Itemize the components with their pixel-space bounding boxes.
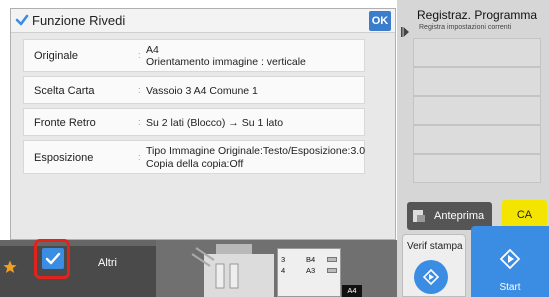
printer-illustration <box>191 244 274 297</box>
right-panel: Registraz. Programma Registra impostazio… <box>397 0 549 297</box>
program-slot[interactable] <box>413 67 541 96</box>
row-value-line: A4 <box>146 44 159 56</box>
dialog-scrollbar[interactable] <box>373 37 389 233</box>
row-separator: : <box>138 117 141 127</box>
program-register-subtitle: Registra impostazioni correnti <box>419 24 512 31</box>
preview-icon <box>413 210 425 222</box>
row-value-line: Copia della copia:Off <box>146 158 244 170</box>
tray-number: 4 <box>281 266 286 275</box>
row-esposizione[interactable]: Esposizione : Tipo Immagine Originale:Te… <box>23 140 365 174</box>
program-slot[interactable] <box>413 125 541 154</box>
program-register-title[interactable]: Registraz. Programma <box>417 8 537 22</box>
current-paper-badge: A4 <box>342 285 362 297</box>
play-diamond-icon <box>422 268 440 286</box>
verify-print-circle <box>414 260 448 294</box>
row-label: Fronte Retro <box>34 117 96 129</box>
ok-button[interactable]: OK <box>369 11 391 31</box>
program-slot[interactable] <box>413 154 541 183</box>
tray-level-bar <box>327 268 337 273</box>
row-separator: : <box>138 50 141 60</box>
verify-print-label: Verif stampa <box>407 241 463 252</box>
tray-number: 3 <box>281 255 286 264</box>
verify-print-button[interactable]: Verif stampa <box>402 234 466 297</box>
review-dialog: Funzione Rivedi OK Originale : A4 Orient… <box>10 8 396 240</box>
arrow-right-icon <box>401 27 409 37</box>
program-slot[interactable] <box>413 38 541 67</box>
favorites-button[interactable] <box>0 246 34 297</box>
row-label: Originale <box>34 50 79 62</box>
row-value-line: Su 2 lati (Blocco) → Su 1 lato <box>146 117 284 129</box>
star-icon <box>3 260 17 273</box>
program-slot[interactable] <box>413 96 541 125</box>
row-label: Scelta Carta <box>34 85 95 97</box>
row-value-line: Tipo Immagine Originale:Testo/Esposizion… <box>146 145 366 157</box>
altri-label: Altri <box>98 257 117 269</box>
row-value-line: Vassoio 3 A4 Comune 1 <box>146 85 258 97</box>
altri-button[interactable]: Altri <box>70 246 156 297</box>
start-label: Start <box>499 282 521 293</box>
tray-size: B4 <box>306 255 316 264</box>
row-separator: : <box>138 152 141 162</box>
row-label: Esposizione <box>34 152 94 164</box>
start-button[interactable]: Start <box>471 226 549 297</box>
row-separator: : <box>138 85 141 95</box>
tray-level-bar <box>327 257 337 262</box>
play-diamond-icon <box>499 248 521 270</box>
dialog-title: Funzione Rivedi <box>32 13 126 28</box>
row-fronte-retro[interactable]: Fronte Retro : Su 2 lati (Blocco) → Su 1… <box>23 108 365 136</box>
preview-label: Anteprima <box>434 210 485 222</box>
paper-tray-status[interactable]: 3 B4 4 A3 <box>277 248 341 297</box>
row-originale[interactable]: Originale : A4 Orientamento immagine : v… <box>23 39 365 72</box>
tray-size: A3 <box>306 266 316 275</box>
check-button-face[interactable] <box>42 248 64 269</box>
check-icon <box>15 14 29 26</box>
check-icon <box>45 252 61 265</box>
row-value-line: Orientamento immagine : verticale <box>146 56 306 68</box>
copy-screen: Funzione Rivedi OK Originale : A4 Orient… <box>0 0 549 297</box>
row-scelta-carta[interactable]: Scelta Carta : Vassoio 3 A4 Comune 1 <box>23 76 365 104</box>
dialog-header: Funzione Rivedi OK <box>11 9 395 33</box>
